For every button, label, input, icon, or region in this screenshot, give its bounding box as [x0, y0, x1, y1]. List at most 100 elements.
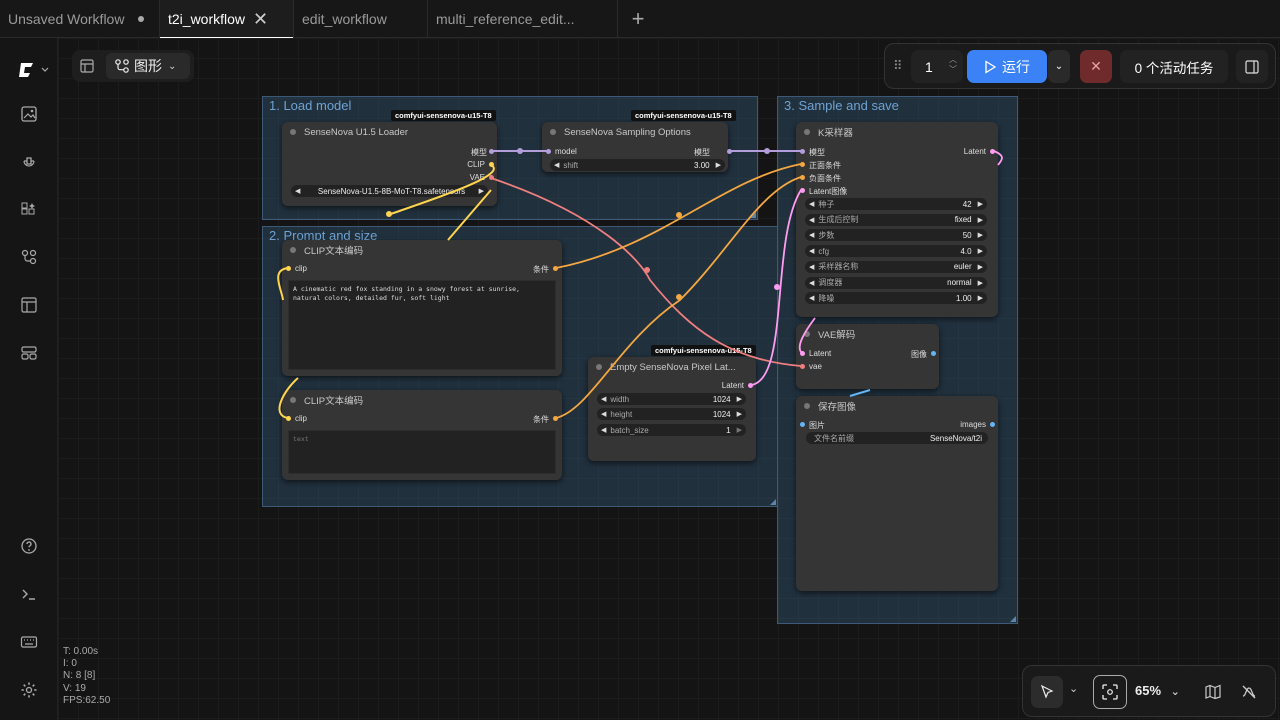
width-widget[interactable]: ◀ width 1024 ▶ [597, 393, 746, 405]
active-tasks-button[interactable]: 0 个活动任务 [1120, 50, 1228, 83]
sidebar-item-help[interactable] [17, 534, 41, 558]
input-slot-images[interactable] [800, 422, 805, 427]
node-vae-decode[interactable]: VAE解码 Latent vae 图像 [796, 324, 939, 389]
ksampler-widget[interactable]: ◀ 步数 50 ▶ [805, 229, 987, 242]
output-slot-model[interactable] [489, 149, 494, 154]
sidebar-item-models[interactable] [17, 149, 41, 173]
arrow-right-icon[interactable]: ▶ [737, 410, 742, 418]
arrow-left-icon[interactable]: ◀ [601, 410, 606, 418]
graph-mode-dropdown[interactable]: 图形 ⌄ [106, 53, 190, 79]
output-slot-conditioning[interactable] [553, 266, 558, 271]
prompt-textarea[interactable]: A cinematic red fox standing in a snowy … [288, 280, 556, 370]
arrow-right-icon[interactable]: ▶ [978, 263, 983, 271]
output-slot-latent[interactable] [748, 383, 753, 388]
collapse-dot-icon[interactable] [804, 129, 810, 135]
output-slot-image[interactable] [931, 351, 936, 356]
output-slot-conditioning[interactable] [553, 416, 558, 421]
arrow-right-icon[interactable]: ▶ [479, 187, 484, 195]
node-clip-text-encode-negative[interactable]: CLIP文本编码 clip 条件 text [282, 390, 562, 480]
collapse-dot-icon[interactable] [290, 129, 296, 135]
arrow-left-icon[interactable]: ◀ [809, 247, 814, 255]
arrow-left-icon[interactable]: ◀ [601, 426, 606, 434]
arrow-left-icon[interactable]: ◀ [809, 294, 814, 302]
collapse-dot-icon[interactable] [290, 247, 296, 253]
collapse-dot-icon[interactable] [596, 364, 602, 370]
collapse-dot-icon[interactable] [550, 129, 556, 135]
panel-toggle-button[interactable] [72, 50, 102, 82]
collapse-dot-icon[interactable] [290, 397, 296, 403]
arrow-right-icon[interactable]: ▶ [978, 231, 983, 239]
output-slot-model[interactable] [727, 149, 732, 154]
ksampler-widget[interactable]: ◀ 种子 42 ▶ [805, 198, 987, 210]
tab-multi-reference-edit[interactable]: multi_reference_edit... [428, 0, 618, 38]
arrow-left-icon[interactable]: ◀ [809, 279, 814, 287]
sidebar-item-queue[interactable] [17, 341, 41, 365]
resize-handle[interactable] [770, 499, 776, 505]
arrow-left-icon[interactable]: ◀ [809, 231, 814, 239]
arrow-left-icon[interactable]: ◀ [809, 263, 814, 271]
arrow-left-icon[interactable]: ◀ [809, 200, 814, 208]
close-icon[interactable]: ✕ [253, 10, 268, 28]
collapse-dot-icon[interactable] [804, 403, 810, 409]
drag-handle-icon[interactable]: ⠿ [893, 58, 903, 74]
right-panel-toggle[interactable] [1236, 50, 1268, 83]
arrow-right-icon[interactable]: ▶ [978, 279, 983, 287]
filename-prefix-widget[interactable]: 文件名前缀 SenseNova/t2i [806, 432, 988, 444]
sidebar-item-nodes[interactable] [17, 198, 41, 222]
add-tab-button[interactable]: + [618, 0, 658, 38]
input-slot-clip[interactable] [286, 416, 291, 421]
sidebar-item-console[interactable] [17, 582, 41, 606]
minimap-toggle[interactable] [1205, 684, 1221, 705]
input-slot-latent-image[interactable] [800, 188, 805, 193]
arrow-right-icon[interactable]: ▶ [978, 200, 983, 208]
arrow-right-icon[interactable]: ▶ [737, 395, 742, 403]
cancel-button[interactable]: ✕ [1080, 50, 1112, 83]
resize-handle[interactable] [1010, 616, 1016, 622]
run-button[interactable]: 运行 [967, 50, 1047, 83]
node-save-image[interactable]: 保存图像 图片 images 文件名前缀 SenseNova/t2i [796, 396, 998, 591]
sidebar-item-workflows[interactable] [17, 245, 41, 269]
ckpt-name-selector[interactable]: ◀ SenseNova-U1.5-8B-MoT-T8.safetensors ▶ [291, 185, 488, 197]
node-empty-sensenova-pixel-latent[interactable]: Empty SenseNova Pixel Lat... Latent ◀ wi… [588, 357, 756, 461]
sidebar-item-settings[interactable] [17, 678, 41, 702]
sidebar-item-templates[interactable] [17, 293, 41, 317]
sidebar-item-keybindings[interactable] [17, 630, 41, 654]
prompt-textarea[interactable]: text [288, 430, 556, 474]
input-slot-positive[interactable] [800, 162, 805, 167]
select-tool-button[interactable] [1031, 676, 1063, 708]
ksampler-widget[interactable]: ◀ 调度器 normal ▶ [805, 276, 987, 289]
output-slot-vae[interactable] [489, 175, 494, 180]
stepper-arrows-icon[interactable]: ︿ ﹀ [949, 55, 957, 75]
fit-view-button[interactable] [1093, 675, 1127, 709]
sidebar-item-images[interactable] [17, 102, 41, 126]
shift-widget[interactable]: ◀ shift 3.00 ▶ [550, 159, 725, 171]
arrow-right-icon[interactable]: ▶ [737, 426, 742, 434]
input-slot-vae[interactable] [800, 364, 805, 369]
arrow-left-icon[interactable]: ◀ [809, 216, 814, 224]
chevron-down-icon[interactable]: ⌄ [1069, 682, 1078, 695]
output-slot-latent[interactable] [990, 149, 995, 154]
input-slot-model[interactable] [546, 149, 551, 154]
arrow-left-icon[interactable]: ◀ [601, 395, 606, 403]
tab-t2i-workflow[interactable]: t2i_workflow ✕ [160, 0, 294, 39]
zoom-level-dropdown[interactable]: 65% ⌄ [1135, 683, 1180, 698]
input-slot-clip[interactable] [286, 266, 291, 271]
tab-edit-workflow[interactable]: edit_workflow [294, 0, 428, 38]
tab-unsaved-workflow[interactable]: Unsaved Workflow [0, 0, 160, 38]
input-slot-model[interactable] [800, 149, 805, 154]
node-ksampler[interactable]: K采样器 模型 正面条件 负面条件 Latent图像 Latent ◀ 种子 42 ▶… [796, 122, 998, 317]
node-clip-text-encode-positive[interactable]: CLIP文本编码 clip 条件 A cinematic red fox sta… [282, 240, 562, 376]
output-slot-clip[interactable] [489, 162, 494, 167]
ksampler-widget[interactable]: ◀ 生成后控制 fixed ▶ [805, 213, 987, 226]
resize-handle[interactable] [750, 212, 756, 218]
run-options-dropdown[interactable]: ⌄ [1048, 50, 1070, 83]
ksampler-widget[interactable]: ◀ cfg 4.0 ▶ [805, 245, 987, 258]
node-sensenova-loader[interactable]: SenseNova U1.5 Loader 模型 CLIP VAE ◀ Sens… [282, 122, 497, 206]
ksampler-widget[interactable]: ◀ 采样器名称 euler ▶ [805, 260, 987, 273]
ksampler-widget[interactable]: ◀ 降噪 1.00 ▶ [805, 292, 987, 305]
arrow-right-icon[interactable]: ▶ [716, 161, 721, 169]
arrow-right-icon[interactable]: ▶ [978, 247, 983, 255]
comfy-logo-menu[interactable] [16, 58, 50, 82]
arrow-right-icon[interactable]: ▶ [978, 294, 983, 302]
batch-size-widget[interactable]: ◀ batch_size 1 ▶ [597, 424, 746, 436]
